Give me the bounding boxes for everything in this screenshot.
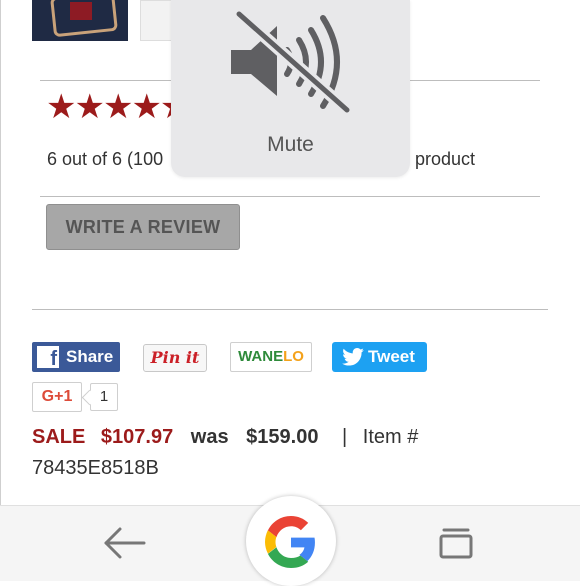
original-price: $159.00 xyxy=(246,426,319,448)
page-left-edge xyxy=(0,0,1,580)
divider xyxy=(40,196,540,197)
price-separator: | xyxy=(342,426,348,448)
product-thumbnail-1[interactable] xyxy=(32,0,128,41)
recent-apps-icon[interactable] xyxy=(438,526,474,560)
mute-label: Mute xyxy=(267,133,314,156)
wanelo-label-a: WANE xyxy=(238,348,284,365)
facebook-share-button[interactable]: f Share xyxy=(32,342,120,372)
facebook-share-label: Share xyxy=(66,347,114,366)
was-label: was xyxy=(190,426,229,448)
facebook-icon: f xyxy=(37,346,59,370)
review-summary-text: 6 out of 6 (100 xyxy=(47,149,164,169)
google-plus-button[interactable]: G+1 xyxy=(32,382,82,412)
google-plus-count: 1 xyxy=(90,383,118,411)
twitter-bird-icon xyxy=(342,348,364,366)
review-summary-tail: product xyxy=(415,149,476,169)
google-home-button[interactable] xyxy=(246,496,336,586)
sale-price: $107.97 xyxy=(100,426,174,448)
sale-label: SALE xyxy=(32,426,86,448)
price-line: SALE $107.97 was $159.00 | Item # xyxy=(32,426,418,449)
tweet-label: Tweet xyxy=(368,347,415,366)
back-arrow-icon[interactable] xyxy=(100,524,150,562)
pinterest-pin-button[interactable]: Pin it xyxy=(143,344,207,372)
mute-overlay: Mute xyxy=(171,0,410,177)
item-number: 78435E8518B xyxy=(32,457,159,479)
wanelo-label-b: LO xyxy=(283,348,304,365)
rating-stars: ★★★★★ xyxy=(46,88,190,126)
divider xyxy=(32,309,548,310)
item-label: Item # xyxy=(362,426,419,448)
twitter-tweet-button[interactable]: Tweet xyxy=(332,342,427,372)
speaker-muted-icon xyxy=(231,10,353,116)
wanelo-button[interactable]: WANELO xyxy=(230,342,312,372)
write-review-button[interactable]: WRITE A REVIEW xyxy=(46,204,240,250)
google-g-icon xyxy=(265,516,315,568)
